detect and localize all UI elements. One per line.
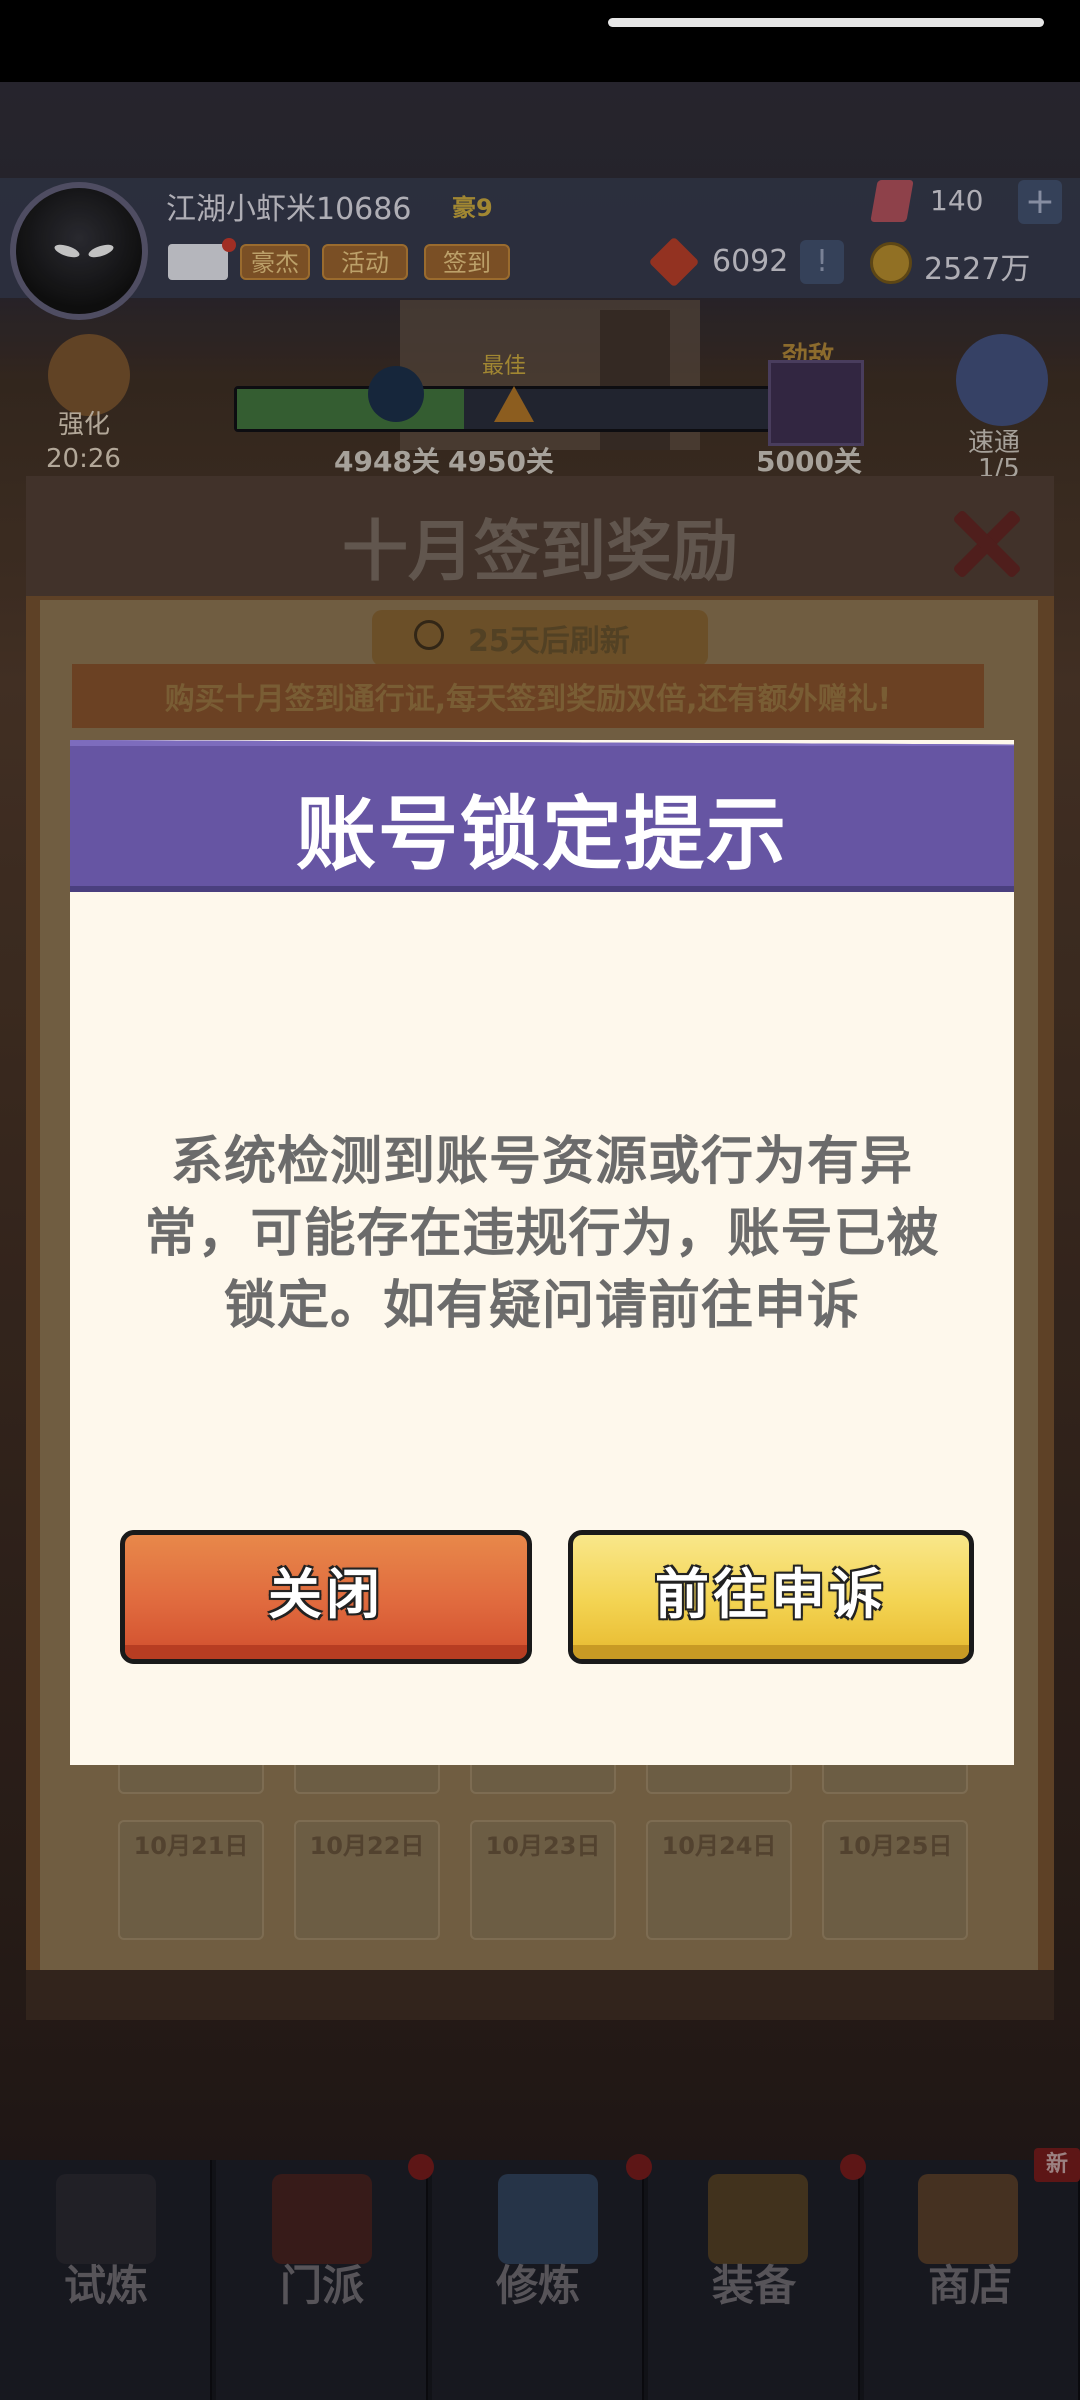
appeal-button[interactable]: 前往申诉 <box>568 1530 974 1664</box>
dialog-message: 系统检测到账号资源或行为有异常，可能存在违规行为，账号已被锁定。如有疑问请前往申… <box>144 1132 940 1336</box>
home-indicator <box>608 18 1044 27</box>
close-button[interactable]: 关闭 <box>120 1530 532 1664</box>
dialog-title: 账号锁定提示 <box>296 788 788 881</box>
status-bar <box>0 0 1080 82</box>
dialog-header-divider <box>70 886 1014 892</box>
close-button-label: 关闭 <box>268 1563 384 1626</box>
appeal-button-label: 前往申诉 <box>655 1563 887 1626</box>
